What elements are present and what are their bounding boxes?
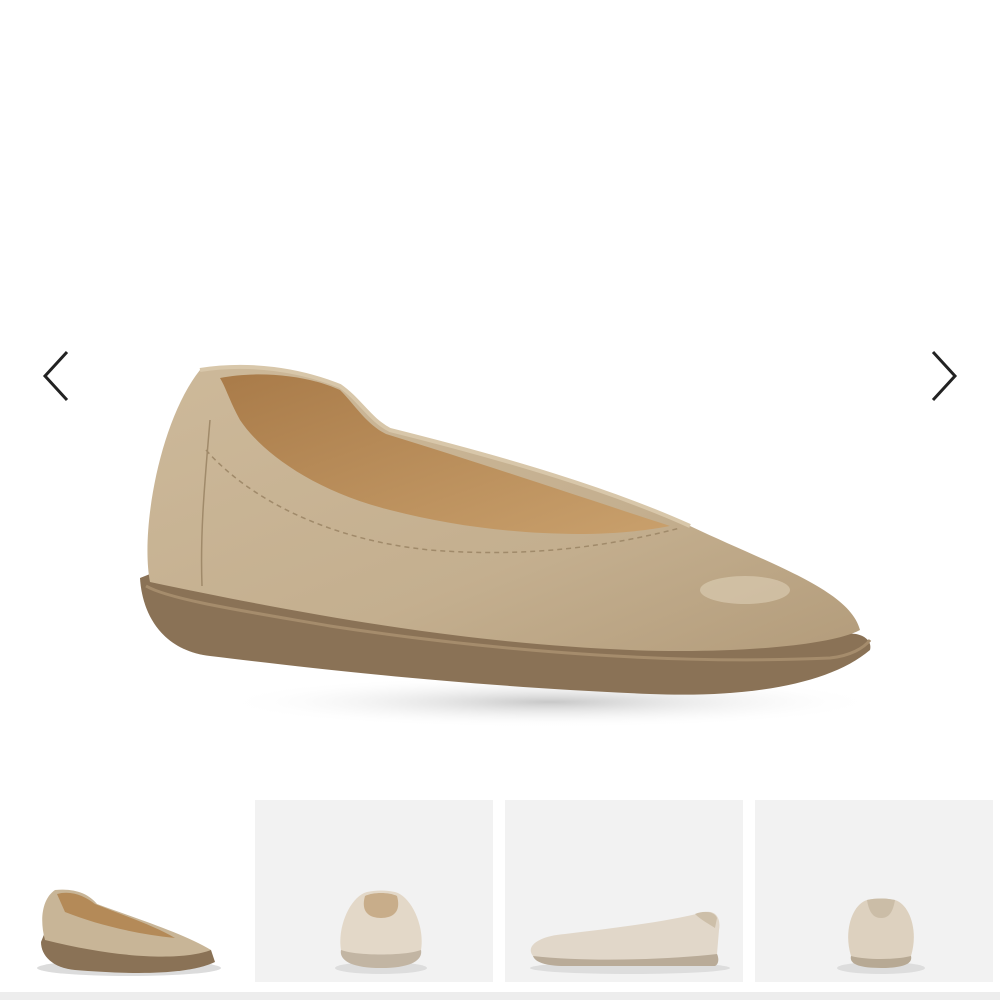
thumbnail-image (335, 890, 427, 974)
thumbnail-three-quarter-front[interactable] (5, 800, 243, 982)
thumbnail-front[interactable] (255, 800, 493, 982)
thumbnail-strip-edge (0, 992, 1000, 1000)
next-image-button[interactable] (918, 348, 970, 404)
thumbnail-image (530, 911, 730, 974)
thumbnail-image (37, 889, 221, 976)
thumbnail-strip (0, 800, 1000, 1000)
thumbnail-back[interactable] (755, 800, 993, 982)
product-image-gallery (0, 0, 1000, 790)
chevron-right-icon (931, 350, 958, 402)
chevron-left-icon (42, 350, 69, 402)
thumbnail-image (837, 898, 925, 974)
thumbnail-side[interactable] (505, 800, 743, 982)
previous-image-button[interactable] (30, 348, 82, 404)
main-product-image (140, 364, 880, 728)
